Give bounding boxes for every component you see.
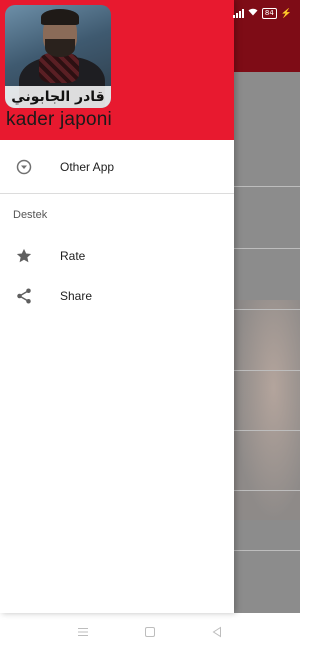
background-row-divider bbox=[234, 490, 300, 491]
menu-item-other-app[interactable]: Other App bbox=[0, 147, 234, 187]
back-icon[interactable] bbox=[207, 622, 227, 642]
share-icon bbox=[14, 286, 34, 306]
menu-item-label: Share bbox=[60, 289, 93, 303]
navigation-drawer: قادر الجابوني kader japoni Other App Des… bbox=[0, 0, 234, 613]
background-image bbox=[234, 300, 300, 520]
menu-item-share[interactable]: Share bbox=[0, 276, 234, 316]
background-row-divider bbox=[234, 550, 300, 551]
status-bar: 84 ⚡ bbox=[0, 0, 300, 26]
app-name: kader japoni bbox=[6, 109, 112, 130]
background-row-divider bbox=[234, 186, 300, 187]
charging-icon: ⚡ bbox=[280, 7, 292, 18]
star-icon bbox=[14, 246, 34, 266]
avatar-caption: قادر الجابوني bbox=[5, 86, 111, 108]
background-row-divider bbox=[234, 248, 300, 249]
menu-item-rate[interactable]: Rate bbox=[0, 236, 234, 276]
drawer-menu: Other App Destek Rate Share bbox=[0, 140, 234, 316]
background-row-divider bbox=[234, 309, 300, 310]
signal-icon bbox=[232, 8, 244, 18]
menu-item-label: Other App bbox=[60, 160, 115, 174]
home-icon[interactable] bbox=[140, 622, 160, 642]
background-row-divider bbox=[234, 370, 300, 371]
background-row-divider bbox=[234, 430, 300, 431]
menu-icon[interactable] bbox=[73, 622, 93, 642]
section-title-destek: Destek bbox=[13, 209, 48, 221]
menu-item-label: Rate bbox=[60, 249, 86, 263]
system-nav-bar bbox=[0, 613, 300, 650]
wifi-icon bbox=[248, 8, 258, 18]
screen: 84 ⚡ قادر الجابوني kader japoni Other Ap… bbox=[0, 0, 300, 650]
chevron-down-circle-icon bbox=[14, 157, 34, 177]
battery-icon: 84 bbox=[261, 7, 277, 19]
